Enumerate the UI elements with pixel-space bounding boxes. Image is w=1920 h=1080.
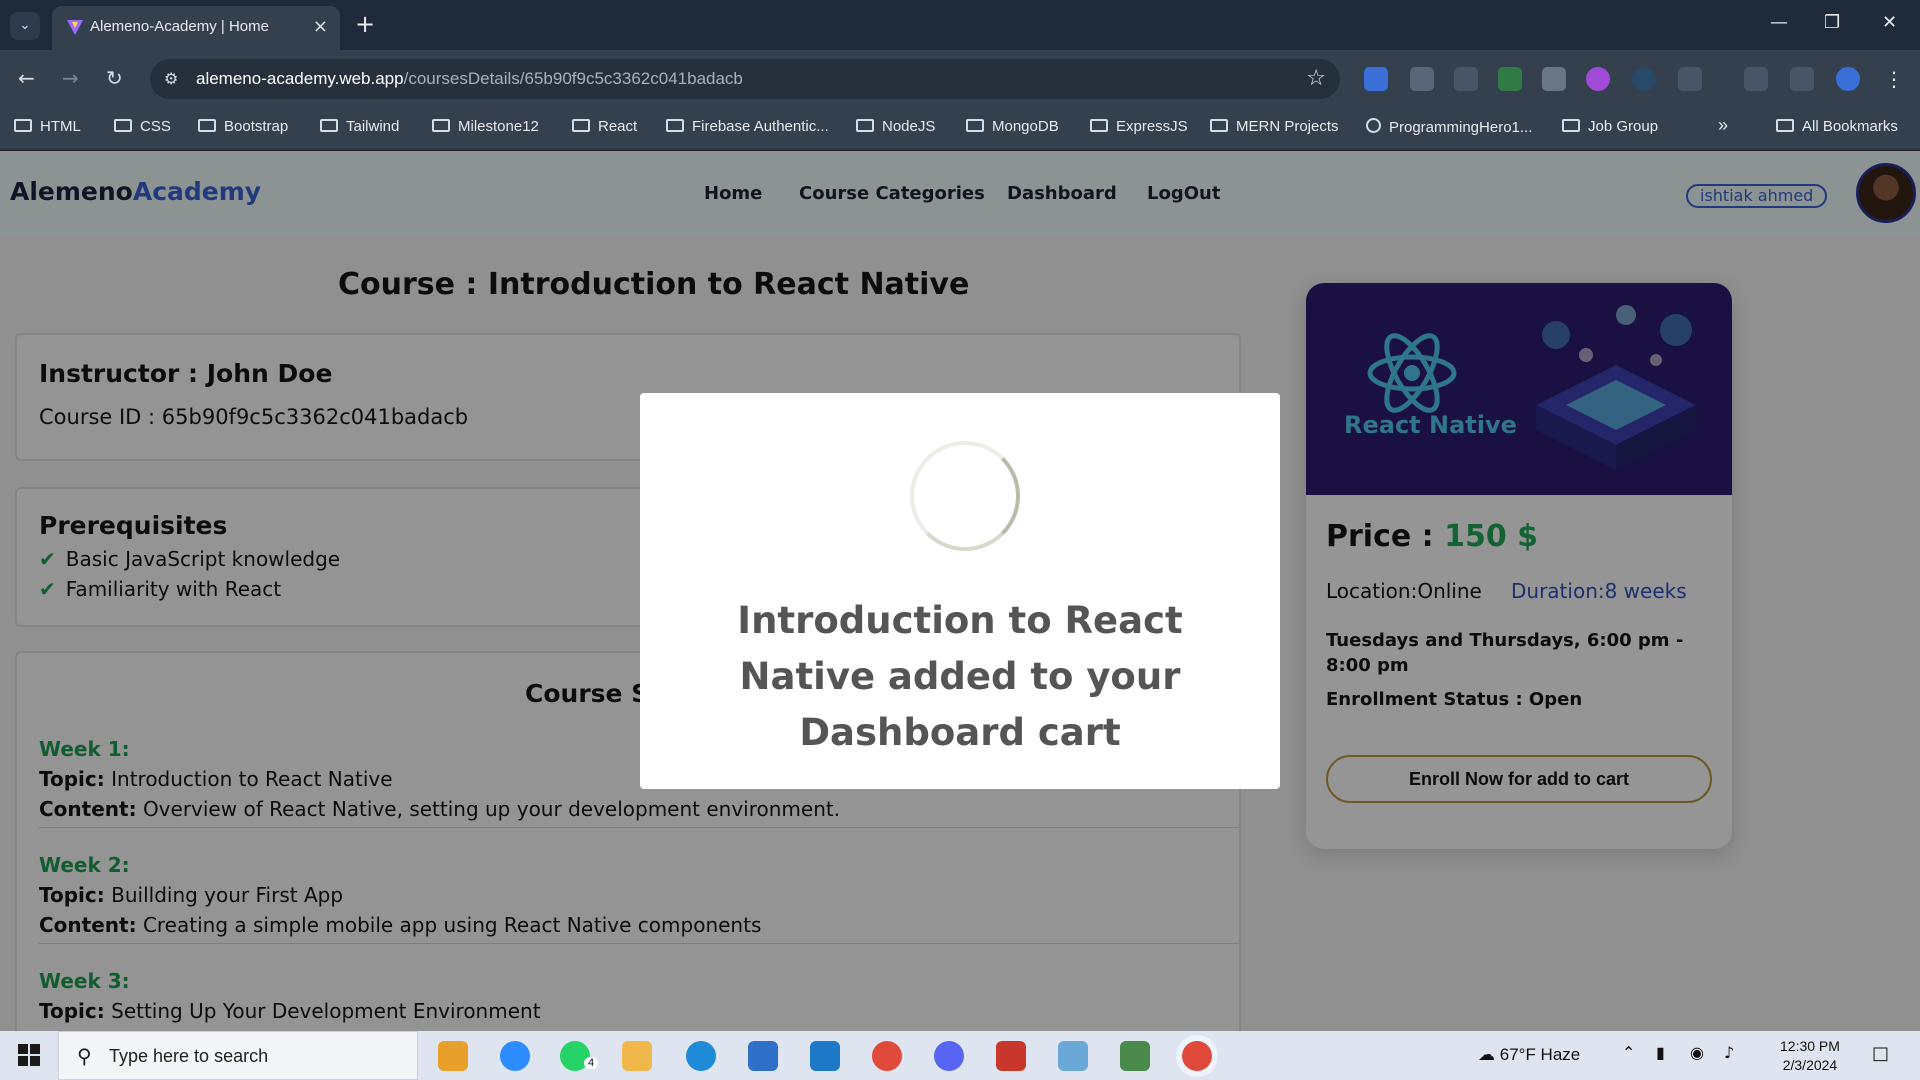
taskbar-clock[interactable]: 12:30 PM 2/3/2024 [1780, 1037, 1840, 1075]
folder-icon [1776, 119, 1794, 132]
screenshot-extension-icon[interactable] [1498, 67, 1522, 91]
bookmarks-bar: HTML CSS Bootstrap Tailwind Milestone12 … [0, 108, 1920, 150]
taskbar-search-input[interactable]: ⚲ Type here to search [58, 1031, 418, 1080]
loading-spinner-icon [910, 441, 1020, 551]
folder-icon [432, 119, 450, 132]
weather-icon: ☁ [1478, 1045, 1495, 1064]
tray-chevron-icon[interactable]: ⌃ [1622, 1043, 1635, 1062]
bookmark-star-icon[interactable]: ☆ [1306, 66, 1326, 91]
browser-menu-icon[interactable]: ⋮ [1882, 67, 1906, 91]
url-text[interactable]: alemeno-academy.web.app/coursesDetails/6… [196, 69, 743, 89]
bookmark-react[interactable]: React [572, 118, 637, 135]
wifi-icon[interactable]: ◉ [1690, 1043, 1704, 1062]
tab-search-button[interactable]: ⌄ [10, 12, 40, 40]
bookmark-bootstrap[interactable]: Bootstrap [198, 118, 288, 135]
vscode-icon[interactable] [810, 1041, 840, 1071]
bookmark-mongodb[interactable]: MongoDB [966, 118, 1059, 135]
chrome-active-icon[interactable] [1182, 1041, 1212, 1071]
page-viewport: AlemenoAcademy Home Course Categories Da… [0, 151, 1920, 1031]
folder-icon [320, 119, 338, 132]
search-placeholder: Type here to search [109, 1046, 269, 1066]
tab-close-icon[interactable]: × [313, 16, 328, 37]
windows-taskbar: ⚲ Type here to search 4 ☁ 67°F Haze ⌃ ▮ … [0, 1031, 1920, 1080]
github-icon [1366, 118, 1381, 133]
bookmark-milestone12[interactable]: Milestone12 [432, 118, 539, 135]
bookmark-tailwind[interactable]: Tailwind [320, 118, 399, 135]
browser-tab-bar: ⌄ Alemeno-Academy | Home × + — ❐ ✕ [0, 0, 1920, 50]
camera-extension-icon[interactable] [1542, 67, 1566, 91]
eyedropper-extension-icon[interactable] [1410, 67, 1434, 91]
folder-icon [666, 119, 684, 132]
whatsapp-badge: 4 [584, 1057, 599, 1069]
site-info-icon[interactable]: ⚙ [164, 69, 178, 88]
reload-icon[interactable]: ↻ [106, 66, 123, 90]
bookmark-expressjs[interactable]: ExpressJS [1090, 118, 1188, 135]
folder-icon [1210, 119, 1228, 132]
edge-icon[interactable] [686, 1041, 716, 1071]
active-tab[interactable]: Alemeno-Academy | Home × [52, 6, 340, 50]
bookmark-firebase[interactable]: Firebase Authentic... [666, 118, 829, 135]
extensions-puzzle-icon[interactable] [1678, 67, 1702, 91]
discord-icon[interactable] [934, 1041, 964, 1071]
bookmark-html[interactable]: HTML [14, 118, 81, 135]
vite-favicon-icon [67, 20, 83, 35]
windows-start-icon[interactable] [18, 1044, 40, 1066]
restore-icon[interactable]: ❐ [1824, 12, 1840, 33]
chrome-icon[interactable] [872, 1041, 902, 1071]
purple-extension-icon[interactable] [1586, 67, 1610, 91]
notification-icon[interactable]: □ [1872, 1043, 1889, 1064]
bookmark-mern-projects[interactable]: MERN Projects [1210, 118, 1339, 135]
bookmark-css[interactable]: CSS [114, 118, 171, 135]
folder-icon [966, 119, 984, 132]
all-bookmarks[interactable]: All Bookmarks [1776, 118, 1898, 135]
folder-icon [1090, 119, 1108, 132]
folder-icon [572, 119, 590, 132]
address-bar[interactable]: ⚙ alemeno-academy.web.app/coursesDetails… [150, 59, 1340, 99]
bookmark-programminghero[interactable]: ProgrammingHero1... [1366, 118, 1532, 136]
acrobat-icon[interactable] [996, 1041, 1026, 1071]
dialog-message: Introduction to React Native added to yo… [737, 599, 1183, 754]
minimize-icon[interactable]: — [1770, 12, 1788, 33]
zoom-icon[interactable] [500, 1041, 530, 1071]
app-cube-icon[interactable] [1120, 1041, 1150, 1071]
mail-icon[interactable] [748, 1041, 778, 1071]
folder-icon [198, 119, 216, 132]
formula-extension-icon[interactable] [1454, 67, 1478, 91]
folder-icon [114, 119, 132, 132]
back-icon[interactable]: ← [18, 66, 35, 90]
folder-icon [856, 119, 874, 132]
weather-widget[interactable]: ☁ 67°F Haze [1478, 1045, 1580, 1065]
tab-title: Alemeno-Academy | Home [90, 18, 269, 35]
battery-icon[interactable]: ▮ [1656, 1043, 1665, 1062]
close-window-icon[interactable]: ✕ [1882, 12, 1897, 33]
folder-icon [14, 119, 32, 132]
more-bookmarks-icon[interactable]: » [1718, 115, 1728, 136]
google-translate-icon[interactable] [1364, 67, 1388, 91]
folder-icon [1562, 119, 1580, 132]
bookmark-nodejs[interactable]: NodeJS [856, 118, 935, 135]
success-dialog: Introduction to React Native added to yo… [640, 393, 1280, 789]
volume-icon[interactable]: ♪ [1724, 1043, 1734, 1062]
react-devtools-icon[interactable] [1632, 67, 1656, 91]
bookmark-job-group[interactable]: Job Group [1562, 118, 1658, 135]
file-explorer-icon[interactable] [438, 1041, 468, 1071]
notes-icon[interactable] [1058, 1041, 1088, 1071]
side-panel-icon[interactable] [1790, 67, 1814, 91]
search-icon: ⚲ [77, 1044, 92, 1068]
forward-icon[interactable]: → [62, 66, 79, 90]
download-icon[interactable] [1744, 67, 1768, 91]
app-icon[interactable] [622, 1041, 652, 1071]
new-tab-icon[interactable]: + [355, 10, 375, 38]
profile-icon[interactable] [1836, 67, 1860, 91]
